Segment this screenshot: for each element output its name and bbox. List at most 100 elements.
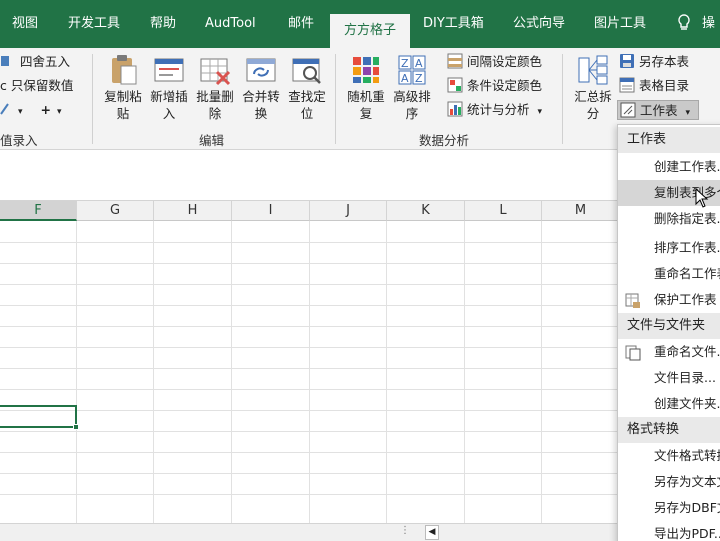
grid-line (0, 326, 720, 327)
summary-split-button[interactable]: 汇总拆 分 (570, 54, 616, 122)
protect-sheet-icon (625, 292, 641, 308)
tab-mail[interactable]: 邮件 (288, 0, 314, 48)
chevron-down-icon: ▾ (17, 107, 23, 117)
lightbulb-icon[interactable] (676, 0, 692, 48)
keep-values-button[interactable]: c 只保留数值 (0, 76, 73, 96)
random-repeat-button[interactable]: 随机重 复 (343, 54, 389, 122)
menu-item-file-directory[interactable]: 文件目录... (618, 365, 720, 391)
condition-color-icon (447, 77, 463, 93)
scroll-left-icon[interactable]: ◀ (425, 525, 439, 540)
bottom-scroll-bar[interactable]: ⋮ ◀ (0, 523, 720, 541)
column-header-k[interactable]: K (387, 201, 465, 221)
more-dots-icon: ⋮ (400, 525, 410, 536)
sheet-index-icon (619, 77, 635, 93)
stats-analysis-button[interactable]: 统计与分析 ▾ (447, 100, 542, 120)
sheet-index-button[interactable]: 表格目录 (619, 76, 689, 96)
fill-handle[interactable] (73, 424, 79, 430)
menu-section-format: 格式转换 (618, 417, 720, 443)
interval-color-button[interactable]: 间隔设定颜色 (447, 52, 542, 72)
grid-line (0, 284, 720, 285)
random-repeat-label: 随机重 复 (347, 89, 385, 121)
column-header-j[interactable]: J (310, 201, 387, 221)
tab-diy-toolbox[interactable]: DIY工具箱 (423, 0, 484, 48)
grid-line (0, 410, 720, 411)
menu-section-worksheet: 工作表 (618, 127, 720, 153)
tab-audtool[interactable]: AudTool (205, 0, 256, 48)
tab-tell-me[interactable]: 操 (702, 0, 715, 48)
column-header-h[interactable]: H (154, 201, 232, 221)
menu-item-protect-sheet[interactable]: 保护工作表 (618, 287, 720, 313)
spreadsheet-grid[interactable]: F G H I J K L M (0, 201, 720, 523)
batch-delete-button[interactable]: 批量删 除 (192, 54, 238, 122)
menu-item-save-dbf[interactable]: 另存为DBF文件 (618, 495, 720, 521)
condition-color-label: 条件设定颜色 (467, 78, 543, 93)
worksheet-icon (620, 102, 636, 118)
input-group-label: 值录入 (0, 133, 38, 148)
stats-icon (447, 101, 463, 117)
tab-fangfang[interactable]: 方方格子 (330, 14, 411, 48)
find-locate-icon (291, 54, 323, 86)
menu-item-rename-file[interactable]: 重命名文件... (618, 339, 720, 365)
column-header-f[interactable]: F (0, 201, 77, 221)
ribbon-panel: 四舍五入 c 只保留数值 ▾ + ▾ 值录入 复制粘 贴 新增插 入 批量删 除… (0, 48, 720, 150)
copy-paste-button[interactable]: 复制粘 贴 (100, 54, 146, 122)
clipboard-icon (107, 54, 139, 86)
tab-developer[interactable]: 开发工具 (68, 0, 120, 48)
grid-line (0, 347, 720, 348)
merge-convert-label: 合并转 换 (242, 89, 280, 121)
chevron-down-icon: ▾ (537, 107, 543, 117)
grid-line (0, 389, 720, 390)
tab-help[interactable]: 帮助 (150, 0, 176, 48)
save-sheet-button[interactable]: 另存本表 (619, 52, 689, 72)
batch-delete-icon (199, 54, 231, 86)
worksheet-label: 工作表 (640, 103, 678, 118)
advanced-sort-label: 高级排 序 (393, 89, 431, 121)
menu-item-export-pdf[interactable]: 导出为PDF... (618, 521, 720, 541)
chevron-down-icon: ▾ (685, 108, 691, 118)
grid-line (0, 305, 720, 306)
group-separator (562, 54, 563, 144)
save-sheet-label: 另存本表 (639, 54, 690, 69)
column-header-i[interactable]: I (232, 201, 310, 221)
menu-item-create-folder[interactable]: 创建文件夹... (618, 391, 720, 417)
advanced-sort-button[interactable]: ZAAZ 高级排 序 (389, 54, 435, 122)
active-cell[interactable] (0, 405, 77, 428)
find-locate-button[interactable]: 查找定 位 (284, 54, 330, 122)
random-icon (350, 54, 382, 86)
menu-item-save-text[interactable]: 另存为文本文件 (618, 469, 720, 495)
menu-item-format-convert[interactable]: 文件格式转换 (618, 443, 720, 469)
stats-analysis-label: 统计与分析 (467, 102, 530, 117)
plus-button[interactable]: ▾ + ▾ (0, 100, 62, 120)
sheet-index-label: 表格目录 (639, 78, 690, 93)
column-header-g[interactable]: G (77, 201, 154, 221)
worksheet-dropdown-button[interactable]: 工作表 ▾ (617, 100, 699, 120)
formula-bar-area[interactable] (0, 151, 720, 201)
merge-convert-button[interactable]: 合并转 换 (238, 54, 284, 122)
menu-item-rename-sheet[interactable]: 重命名工作表 (618, 261, 720, 287)
merge-convert-icon (245, 54, 277, 86)
chevron-down-icon: ▾ (56, 107, 62, 117)
grid-line (153, 221, 154, 523)
copy-paste-label: 复制粘 贴 (104, 89, 142, 121)
insert-icon (153, 54, 185, 86)
round-label: 四舍五入 (20, 54, 71, 69)
menu-item-create-sheet[interactable]: 创建工作表... (618, 154, 720, 180)
edit-icon (0, 101, 10, 117)
tab-picture-tools[interactable]: 图片工具 (594, 0, 646, 48)
mouse-cursor-icon (695, 188, 709, 208)
menu-item-delete-sheet[interactable]: 删除指定表... (618, 206, 720, 232)
round-button[interactable]: 四舍五入 (0, 52, 70, 72)
menu-item-sort-sheets[interactable]: 排序工作表... (618, 235, 720, 261)
grid-line (386, 221, 387, 523)
grid-line (541, 221, 542, 523)
grid-line (76, 221, 77, 523)
condition-color-button[interactable]: 条件设定颜色 (447, 76, 542, 96)
tab-formula-wizard[interactable]: 公式向导 (513, 0, 565, 48)
column-header-m[interactable]: M (542, 201, 620, 221)
column-header-l[interactable]: L (465, 201, 542, 221)
keep-values-label: 只保留数值 (10, 78, 74, 93)
svg-text:Z: Z (415, 72, 423, 85)
grid-line (0, 473, 720, 474)
insert-button[interactable]: 新增插 入 (146, 54, 192, 122)
tab-view[interactable]: 视图 (12, 0, 38, 48)
